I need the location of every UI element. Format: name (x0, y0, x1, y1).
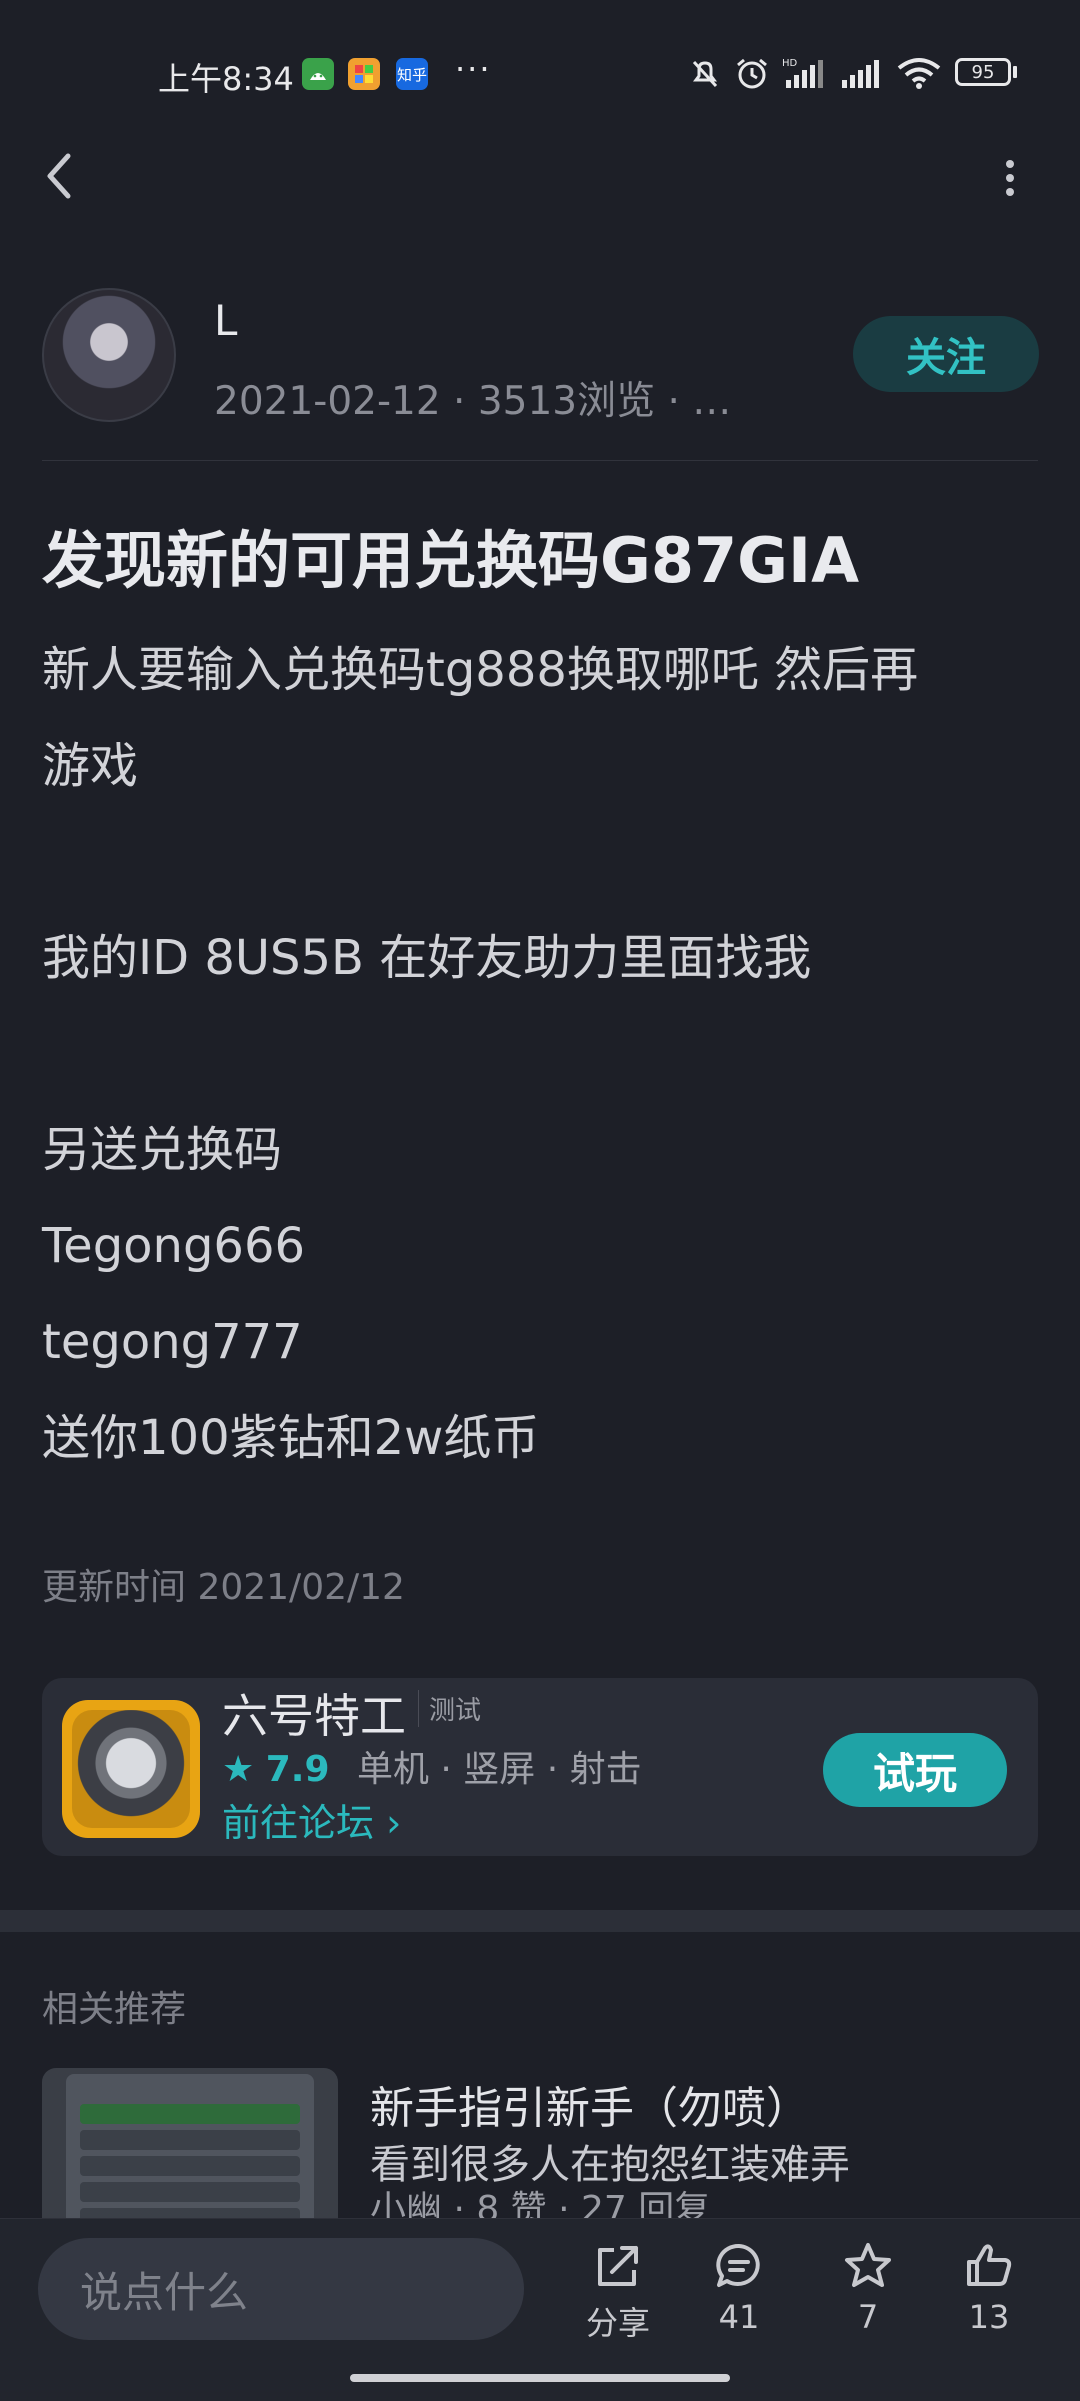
comment-input[interactable]: 说点什么 (38, 2238, 524, 2340)
colorful-app-icon (348, 58, 380, 90)
section-separator (0, 1910, 1080, 1932)
game-tags: 单机 · 竖屏 · 射击 (356, 1749, 642, 1790)
share-label: 分享 (585, 2304, 650, 2342)
post-body-line: 另送兑换码 (42, 1122, 283, 1178)
comment-icon (716, 2243, 760, 2287)
related-section-title: 相关推荐 (42, 1989, 187, 2030)
post-body-line: 送你100紫钻和2w纸币 (42, 1410, 540, 1466)
svg-text:HD: HD (782, 58, 798, 69)
comments-count: 41 (718, 2298, 760, 2336)
status-time: 上午8:34 (158, 60, 294, 98)
favorites-count: 7 (857, 2298, 879, 2336)
star-outline-icon (845, 2243, 891, 2287)
alarm-icon (734, 56, 770, 96)
thumbs-up-icon (967, 2244, 1012, 2286)
author-name[interactable]: L (214, 296, 237, 345)
game-test-tag: 测试 (418, 1690, 481, 1727)
post-body-line: 我的ID 8US5B 在好友助力里面找我 (42, 930, 812, 986)
comments-button[interactable]: 41 (684, 2240, 794, 2350)
wifi-icon (896, 56, 942, 94)
update-time: 更新时间 2021/02/12 (42, 1567, 405, 1608)
post-meta: 2021-02-12 · 3513浏览 · … (214, 379, 732, 424)
chevron-left-icon (47, 153, 71, 199)
zhihu-icon: 知乎 (396, 58, 428, 90)
forum-link[interactable]: 前往论坛 › (222, 1792, 401, 1847)
divider (42, 460, 1038, 461)
game-name[interactable]: 六号特工 (222, 1680, 406, 1746)
hd-signal-icon: HD (782, 56, 830, 94)
more-vertical-icon (1006, 160, 1014, 196)
android-app-icon (302, 58, 334, 90)
share-button[interactable]: 分享 (563, 2240, 673, 2350)
forum-link-label: 前往论坛 (222, 1801, 375, 1845)
thumbnail-row (80, 2182, 300, 2202)
status-overflow: ··· (455, 50, 492, 88)
follow-button[interactable]: 关注 (853, 316, 1039, 392)
like-button[interactable]: 13 (934, 2240, 1044, 2350)
post-title: 发现新的可用兑换码G87GIA (42, 524, 860, 597)
related-item-title[interactable]: 新手指引新手（勿喷） (370, 2072, 810, 2136)
post-body-line (42, 814, 1042, 910)
star-icon: ★ (222, 1749, 255, 1790)
post-body-line: 新人要输入兑换码tg888换取哪吒 然后再 (42, 642, 919, 698)
game-meta: ★ 7.9 单机 · 竖屏 · 射击 (222, 1740, 642, 1792)
try-button[interactable]: 试玩 (823, 1733, 1007, 1807)
home-indicator[interactable] (350, 2374, 730, 2382)
post-body-line: 游戏 (42, 738, 139, 794)
related-thumbnail[interactable] (42, 2068, 338, 2238)
post-body: 新人要输入兑换码tg888换取哪吒 然后再 游戏 我的ID 8US5B 在好友助… (42, 622, 1042, 1486)
more-options-button[interactable] (995, 158, 1025, 198)
share-icon (598, 2246, 638, 2286)
thumbnail-row (80, 2156, 300, 2176)
thumbnail-panel (66, 2074, 314, 2238)
battery-indicator: 95 (955, 58, 1011, 86)
thumbnail-row (80, 2130, 300, 2150)
chevron-right-icon: › (386, 1801, 402, 1845)
game-icon-art (72, 1710, 190, 1828)
signal-icon (840, 56, 884, 94)
post-body-line: Tegong666 (42, 1218, 306, 1274)
status-bar: 上午8:34 知乎 ··· HD 95 (0, 0, 1080, 150)
thumbnail-row (80, 2104, 300, 2124)
mute-bell-icon (688, 56, 722, 94)
post-body-line (42, 1006, 1042, 1102)
battery-tip (1013, 66, 1017, 78)
post-body-line: tegong777 (42, 1314, 303, 1370)
back-button[interactable] (40, 150, 80, 202)
likes-count: 13 (968, 2298, 1010, 2336)
author-avatar[interactable] (42, 288, 176, 422)
game-rating: 7.9 (265, 1749, 330, 1790)
favorite-button[interactable]: 7 (813, 2240, 923, 2350)
